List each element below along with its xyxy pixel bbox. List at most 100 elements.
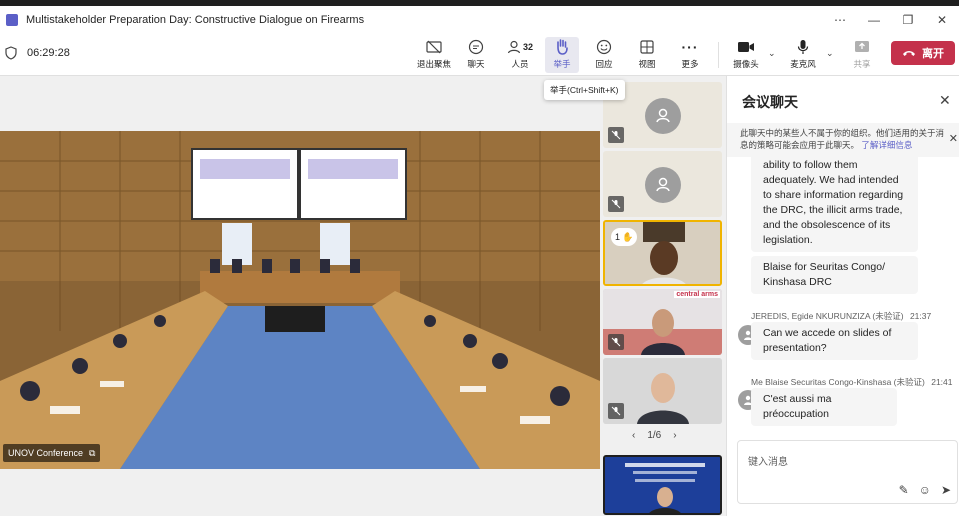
more-label: 更多 <box>681 59 699 69</box>
message-sender: JEREDIS, Egide NKURUNZIZA (未验证) <box>751 311 904 321</box>
teams-logo-icon <box>6 14 18 26</box>
close-icon[interactable]: ✕ <box>939 92 951 109</box>
camera-icon <box>737 37 755 57</box>
camera-options-chevron-icon[interactable]: ⌄ <box>768 48 776 59</box>
view-label: 视图 <box>638 59 656 69</box>
chat-panel-title: 会议聊天 <box>742 94 798 110</box>
message-meta: Me Blaise Securitas Congo-Kinshasa (未验证)… <box>751 376 953 388</box>
participant-tile-raised-hand[interactable]: 1 ✋ <box>603 220 722 286</box>
window-controls: ⋯ — ❐ ✕ <box>823 6 959 34</box>
restore-icon[interactable]: ❐ <box>891 6 925 34</box>
react-label: 回应 <box>595 59 613 69</box>
share-label: 共享 <box>853 59 871 69</box>
mic-muted-icon <box>608 403 624 419</box>
emoji-icon[interactable]: ☺ <box>919 483 931 497</box>
dismiss-banner-icon[interactable]: ✕ <box>949 133 958 145</box>
external-users-banner: 此聊天中的某些人不属于你的组织。他们适用的关于消息的策略可能会应用于此聊天。 了… <box>727 123 959 157</box>
chat-icon <box>468 37 484 57</box>
default-avatar-icon <box>645 98 681 134</box>
close-window-icon[interactable]: ✕ <box>925 6 959 34</box>
rail-pager: ‹ 1/6 › <box>632 430 677 441</box>
more-options-icon[interactable]: ⋯ <box>823 6 857 34</box>
message-time: 21:37 <box>909 311 932 321</box>
camera-button[interactable]: 摄像头 <box>731 37 761 73</box>
chat-message: ability to follow them adequately. We ha… <box>751 157 918 252</box>
format-icon[interactable]: ✎ <box>899 483 909 497</box>
page-indicator: 1/6 <box>647 430 662 441</box>
chat-message: Can we accede on slides of presentation? <box>751 322 918 360</box>
share-button[interactable]: 共享 <box>850 37 874 73</box>
presenter-name-tag: UNOV Conference ⧉ <box>3 444 101 462</box>
shield-icon <box>5 46 17 60</box>
people-label: 人员 <box>511 59 529 69</box>
raise-hand-label: 举手 <box>553 59 571 69</box>
minimize-icon[interactable]: — <box>857 6 891 34</box>
toolbar-separator <box>718 42 719 68</box>
banner-text: 此聊天中的某些人不属于你的组织。他们适用的关于消息的策略可能会应用于此聊天。 <box>740 128 945 150</box>
people-button[interactable]: 32 人员 <box>505 37 535 73</box>
window-title: Multistakeholder Preparation Day: Constr… <box>26 14 365 26</box>
share-screen-icon <box>854 37 870 57</box>
raised-hand-badge: 1 ✋ <box>611 228 638 246</box>
message-composer[interactable]: 键入消息 ✎ ☺ ➤ <box>737 440 958 504</box>
meeting-stage: UNOV Conference ⧉ <box>0 76 602 516</box>
raise-hand-button[interactable]: 举手 <box>545 37 579 73</box>
participant-video-image <box>605 457 720 513</box>
exit-focus-label: 退出聚焦 <box>416 59 451 69</box>
people-count: 32 <box>522 42 533 52</box>
participant-rail: 1 ✋ central arms ‹ 1/6 › <box>602 76 726 516</box>
message-sender: Me Blaise Securitas Congo-Kinshasa (未验证) <box>751 377 925 387</box>
mic-button[interactable]: 麦克风 <box>790 37 816 73</box>
composer-tools: ✎ ☺ ➤ <box>899 483 951 497</box>
teams-meeting-window: Multistakeholder Preparation Day: Constr… <box>0 0 959 516</box>
message-input-placeholder: 键入消息 <box>748 457 788 468</box>
presenter-name: UNOV Conference <box>8 448 84 458</box>
leave-label: 离开 <box>922 48 944 60</box>
chat-label: 聊天 <box>467 59 485 69</box>
microphone-icon <box>797 37 809 57</box>
shared-video-feed: UNOV Conference ⧉ <box>0 131 600 469</box>
exit-focus-icon <box>426 37 442 57</box>
view-grid-icon <box>640 37 654 57</box>
default-avatar-icon <box>645 167 681 203</box>
learn-more-link[interactable]: 了解详细信息 <box>861 140 912 150</box>
participant-card-icon: ⧉ <box>89 447 96 458</box>
leave-button[interactable]: 离开 <box>891 41 955 65</box>
exit-focus-button[interactable]: 退出聚焦 <box>416 37 452 73</box>
more-dots-icon: ··· <box>681 39 699 55</box>
chat-message: C'est aussi ma préoccupation <box>751 388 897 426</box>
send-icon[interactable]: ➤ <box>941 483 951 497</box>
chat-message-list: ability to follow them adequately. We ha… <box>727 157 959 437</box>
previous-page-icon[interactable]: ‹ <box>632 430 635 441</box>
raise-hand-tooltip: 举手(Ctrl+Shift+K) <box>544 80 625 100</box>
raised-hand-order: 1 <box>615 232 621 242</box>
conference-room-image <box>0 131 600 469</box>
mic-muted-icon <box>608 127 624 143</box>
camera-label: 摄像头 <box>733 59 759 69</box>
participant-tile[interactable] <box>603 358 722 424</box>
participant-tile[interactable] <box>603 455 722 515</box>
react-button[interactable]: 回应 <box>592 37 616 73</box>
message-time: 21:41 <box>931 377 953 387</box>
mic-options-chevron-icon[interactable]: ⌄ <box>826 48 834 59</box>
next-page-icon[interactable]: › <box>673 430 676 441</box>
chat-message: Blaise for Seuritas Congo/ Kinshasa DRC <box>751 256 918 294</box>
participant-tile[interactable]: central arms <box>603 289 722 355</box>
people-icon: 32 <box>507 37 533 57</box>
meeting-toolbar: 06:29:28 退出聚焦 聊天 32 人员 举手 回应 视图 ··· 更多 摄… <box>0 34 959 76</box>
mic-muted-icon <box>608 334 624 350</box>
mic-muted-icon <box>608 196 624 212</box>
meeting-chat-panel: 会议聊天 ✕ 此聊天中的某些人不属于你的组织。他们适用的关于消息的策略可能会应用… <box>726 76 959 516</box>
title-bar: Multistakeholder Preparation Day: Constr… <box>0 0 959 34</box>
participant-tile[interactable] <box>603 151 722 217</box>
organization-logo: central arms <box>674 291 720 298</box>
raise-hand-icon <box>554 37 570 57</box>
meeting-timer: 06:29:28 <box>27 47 70 59</box>
message-meta: JEREDIS, Egide NKURUNZIZA (未验证) 21:37 <box>751 310 931 322</box>
view-button[interactable]: 视图 <box>635 37 659 73</box>
chat-button[interactable]: 聊天 <box>464 37 488 73</box>
mic-label: 麦克风 <box>790 59 816 69</box>
react-smiley-icon <box>596 37 612 57</box>
hang-up-phone-icon <box>903 51 915 56</box>
more-button[interactable]: ··· 更多 <box>678 37 702 73</box>
